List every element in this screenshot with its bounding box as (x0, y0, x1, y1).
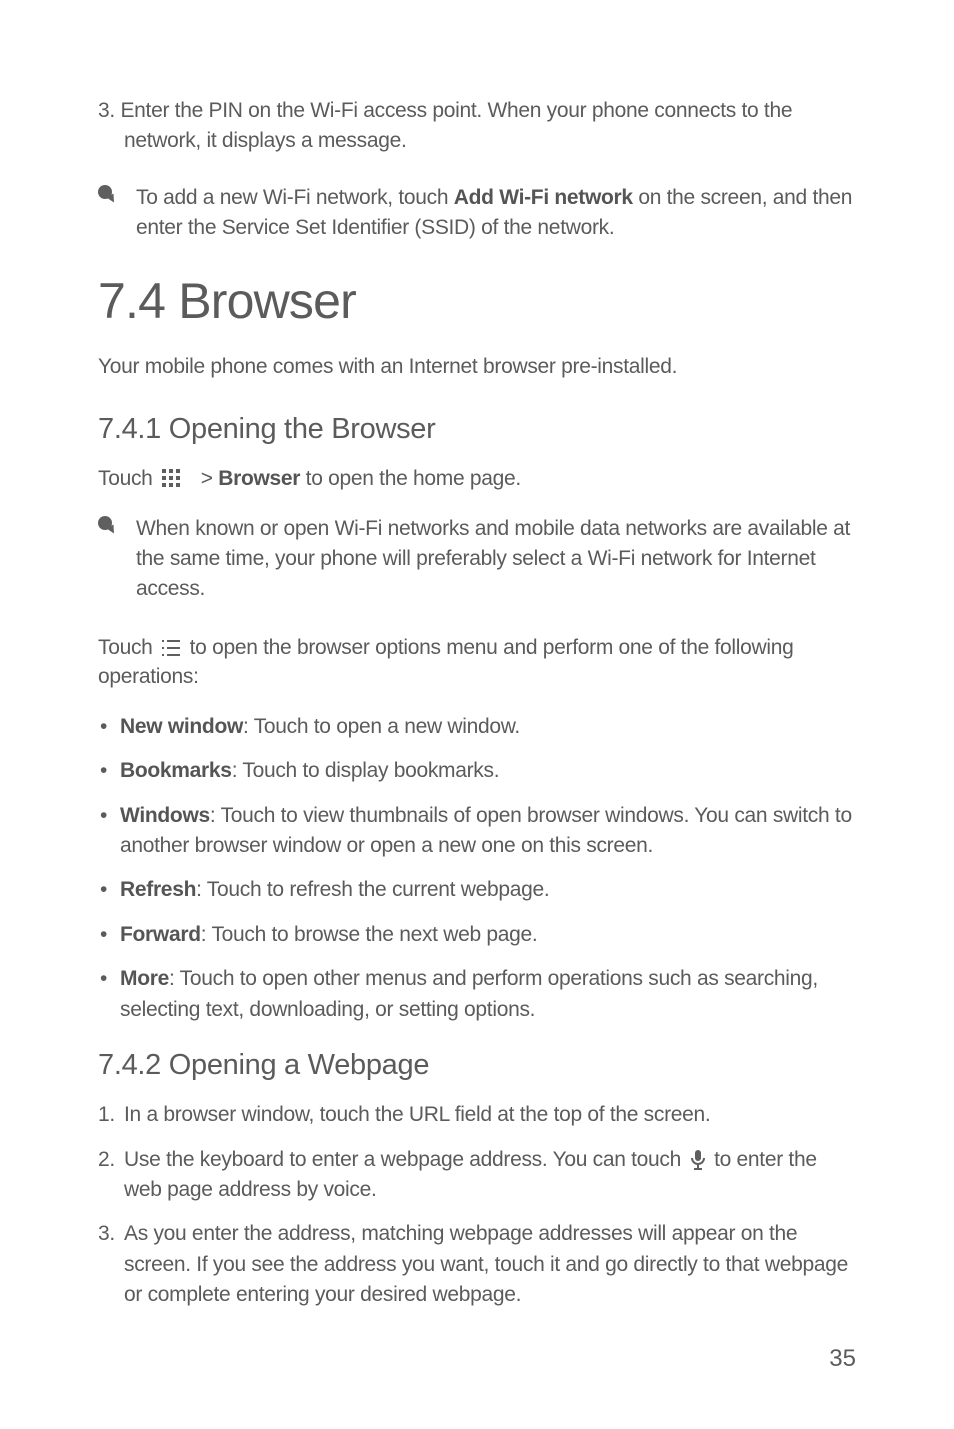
carryover-step-3: 3. Enter the PIN on the Wi-Fi access poi… (98, 96, 856, 157)
tip1-text: To add a new Wi-Fi network, touch Add Wi… (136, 183, 856, 244)
tip-speech-icon (98, 516, 120, 538)
list-item: Bookmarks: Touch to display bookmarks. (98, 756, 856, 786)
menu-hamburger-icon (162, 635, 180, 651)
step-text: As you enter the address, matching webpa… (124, 1219, 856, 1310)
step2-content: Use the keyboard to enter a webpage addr… (124, 1145, 856, 1206)
microphone-icon (691, 1149, 705, 1169)
tip-icon-col (98, 183, 136, 212)
tip2-text: When known or open Wi-Fi networks and mo… (136, 514, 856, 605)
bullet-text: : Touch to open a new window. (243, 715, 520, 738)
step-item: Use the keyboard to enter a webpage addr… (98, 1145, 856, 1206)
step-item: As you enter the address, matching webpa… (98, 1219, 856, 1310)
list-item: Forward: Touch to browse the next web pa… (98, 920, 856, 950)
tip-speech-icon (98, 185, 120, 207)
touch2-pre: Touch (98, 636, 158, 659)
opening-webpage-steps: In a browser window, touch the URL field… (98, 1100, 856, 1311)
bullet-text: : Touch to open other menus and perform … (120, 967, 818, 1020)
section-title: 7.4 Browser (98, 272, 856, 330)
step-item: In a browser window, touch the URL field… (98, 1100, 856, 1130)
bullet-text: : Touch to view thumbnails of open brows… (120, 804, 852, 857)
tip-add-wifi: To add a new Wi-Fi network, touch Add Wi… (98, 183, 856, 244)
bullet-bold: Bookmarks (120, 759, 232, 782)
apps-grid-icon (162, 469, 180, 487)
step3-line2: network, it displays a message. (98, 126, 856, 156)
list-item: Refresh: Touch to refresh the current we… (98, 875, 856, 905)
bullet-text: : Touch to browse the next web page. (201, 923, 538, 946)
touch1-bold: Browser (218, 467, 300, 490)
list-item: Windows: Touch to view thumbnails of ope… (98, 801, 856, 862)
touch1-mid: > (190, 467, 219, 490)
step2-pre: Use the keyboard to enter a webpage addr… (124, 1148, 687, 1171)
tip1-bold: Add Wi-Fi network (454, 186, 633, 209)
bullet-bold: Forward (120, 923, 201, 946)
bullet-text: : Touch to display bookmarks. (232, 759, 500, 782)
list-item: More: Touch to open other menus and perf… (98, 964, 856, 1025)
tip1-pre: To add a new Wi-Fi network, touch (136, 186, 454, 209)
touch-browser-line: Touch > Browser to open the home page. (98, 464, 856, 493)
bullet-text: : Touch to refresh the current webpage. (196, 878, 549, 901)
touch1-pre: Touch (98, 467, 158, 490)
bullet-bold: New window (120, 715, 243, 738)
step3-line1: Enter the PIN on the Wi-Fi access point.… (120, 99, 792, 122)
section-intro: Your mobile phone comes with an Internet… (98, 352, 856, 381)
step-text: In a browser window, touch the URL field… (124, 1100, 856, 1130)
list-item: New window: Touch to open a new window. (98, 712, 856, 742)
page-number: 35 (829, 1345, 856, 1373)
touch1-post: to open the home page. (300, 467, 521, 490)
touch2-post: to open the browser options menu and per… (98, 636, 794, 688)
touch-menu-line: Touch to open the browser options menu a… (98, 633, 856, 692)
browser-options-list: New window: Touch to open a new window. … (98, 712, 856, 1026)
bullet-bold: Windows (120, 804, 210, 827)
subsection-opening-webpage: 7.4.2 Opening a Webpage (98, 1049, 856, 1082)
subsection-opening-browser: 7.4.1 Opening the Browser (98, 413, 856, 446)
tip-wifi-preference: When known or open Wi-Fi networks and mo… (98, 514, 856, 605)
bullet-bold: Refresh (120, 878, 196, 901)
tip-icon-col-2 (98, 514, 136, 543)
bullet-bold: More (120, 967, 169, 990)
step3-prefix: 3. (98, 99, 120, 122)
